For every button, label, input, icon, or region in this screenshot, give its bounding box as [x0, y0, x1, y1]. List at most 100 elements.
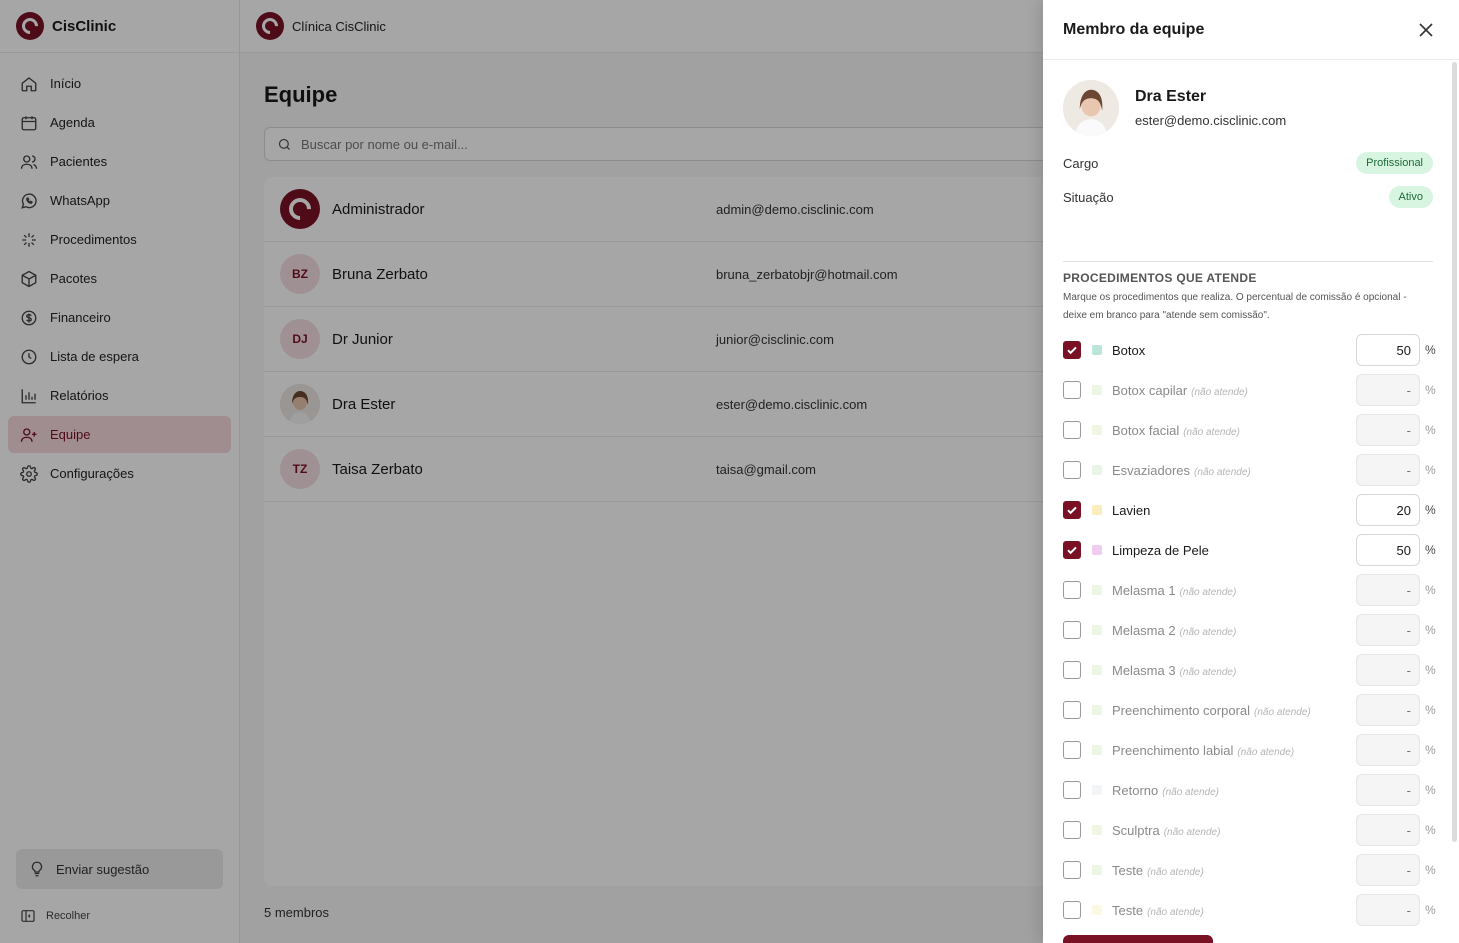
- procedure-checkbox[interactable]: [1063, 541, 1081, 559]
- commission-percent-input[interactable]: [1356, 614, 1420, 646]
- procedure-name-wrap: Sculptra (não atende): [1112, 823, 1356, 838]
- procedure-name-wrap: Teste (não atende): [1112, 863, 1356, 878]
- procedure-name-wrap: Teste (não atende): [1112, 903, 1356, 918]
- commission-percent-input[interactable]: [1356, 734, 1420, 766]
- commission-percent-input[interactable]: [1356, 774, 1420, 806]
- save-button[interactable]: [1063, 935, 1213, 943]
- procedure-color-swatch: [1092, 425, 1102, 435]
- procedure-name-wrap: Limpeza de Pele: [1112, 543, 1356, 558]
- procedure-row[interactable]: Retorno(não atende)%: [1063, 770, 1436, 810]
- not-attend-note: (não atende): [1147, 906, 1204, 918]
- commission-percent-input[interactable]: [1356, 454, 1420, 486]
- procedure-color-swatch: [1092, 465, 1102, 475]
- procedure-checkbox[interactable]: [1063, 341, 1081, 359]
- procedure-row[interactable]: Botox capilar(não atende)%: [1063, 370, 1436, 410]
- procedure-row[interactable]: Preenchimento corporal(não atende)%: [1063, 690, 1436, 730]
- percent-sign: %: [1425, 863, 1436, 877]
- close-icon: [1419, 23, 1433, 37]
- procedure-checkbox[interactable]: [1063, 661, 1081, 679]
- not-attend-note: (não atende): [1191, 386, 1248, 398]
- procedure-row[interactable]: Botox facial(não atende)%: [1063, 410, 1436, 450]
- procedure-name: Retorno: [1112, 782, 1159, 798]
- commission-percent-input[interactable]: [1356, 854, 1420, 886]
- procedure-checkbox[interactable]: [1063, 701, 1081, 719]
- percent-sign: %: [1425, 663, 1436, 677]
- procedure-row[interactable]: Melasma 2(não atende)%: [1063, 610, 1436, 650]
- close-button[interactable]: [1415, 19, 1437, 41]
- not-attend-note: (não atende): [1179, 666, 1237, 678]
- procedure-row[interactable]: Esvaziadores(não atende)%: [1063, 450, 1436, 490]
- check-icon: [1067, 506, 1077, 515]
- procedure-color-swatch: [1092, 905, 1102, 915]
- procedure-row[interactable]: Melasma 1(não atende)%: [1063, 570, 1436, 610]
- procedure-row[interactable]: Lavien%: [1063, 490, 1436, 530]
- procedure-row[interactable]: Teste(não atende)%: [1063, 890, 1436, 930]
- procedure-name: Sculptra: [1112, 822, 1160, 838]
- not-attend-note: (não atende): [1194, 466, 1251, 478]
- commission-percent-input[interactable]: [1356, 814, 1420, 846]
- drawer-title: Membro da equipe: [1063, 20, 1205, 38]
- procedure-row[interactable]: Preenchimento labial(não atende)%: [1063, 730, 1436, 770]
- percent-sign: %: [1425, 783, 1436, 797]
- commission-percent-input[interactable]: [1356, 374, 1420, 406]
- procedure-color-swatch: [1092, 505, 1102, 515]
- commission-percent-input[interactable]: [1356, 534, 1420, 566]
- procedure-name: Preenchimento labial: [1112, 742, 1234, 758]
- not-attend-note: (não atende): [1147, 866, 1204, 878]
- procedure-name: Botox: [1112, 342, 1146, 358]
- not-attend-note: (não atende): [1179, 626, 1237, 638]
- commission-percent-input[interactable]: [1356, 334, 1420, 366]
- procedure-checkbox[interactable]: [1063, 461, 1081, 479]
- commission-percent-input[interactable]: [1356, 654, 1420, 686]
- procedure-name-wrap: Melasma 2 (não atende): [1112, 623, 1356, 638]
- procedure-checkbox[interactable]: [1063, 741, 1081, 759]
- drawer-scrollbar[interactable]: [1452, 62, 1457, 842]
- drawer-header: Membro da equipe: [1043, 0, 1459, 60]
- procedure-row[interactable]: Sculptra(não atende)%: [1063, 810, 1436, 850]
- percent-sign: %: [1425, 543, 1436, 557]
- procedures-section-title: PROCEDIMENTOS QUE ATENDE: [1063, 271, 1257, 285]
- procedure-color-swatch: [1092, 785, 1102, 795]
- procedure-checkbox[interactable]: [1063, 821, 1081, 839]
- procedure-color-swatch: [1092, 585, 1102, 595]
- percent-sign: %: [1425, 503, 1436, 517]
- cargo-label: Cargo: [1063, 155, 1099, 171]
- not-attend-note: (não atende): [1163, 826, 1221, 838]
- procedure-checkbox[interactable]: [1063, 581, 1081, 599]
- percent-sign: %: [1425, 903, 1436, 917]
- procedure-name-wrap: Melasma 3 (não atende): [1112, 663, 1356, 678]
- procedure-checkbox[interactable]: [1063, 421, 1081, 439]
- procedure-row[interactable]: Botox%: [1063, 330, 1436, 370]
- percent-sign: %: [1425, 383, 1436, 397]
- procedure-checkbox[interactable]: [1063, 781, 1081, 799]
- procedure-row[interactable]: Limpeza de Pele%: [1063, 530, 1436, 570]
- commission-percent-input[interactable]: [1356, 414, 1420, 446]
- percent-sign: %: [1425, 623, 1436, 637]
- procedure-name-wrap: Melasma 1 (não atende): [1112, 583, 1356, 598]
- procedure-color-swatch: [1092, 705, 1102, 715]
- procedure-checkbox[interactable]: [1063, 861, 1081, 879]
- procedure-checkbox[interactable]: [1063, 501, 1081, 519]
- procedure-checkbox[interactable]: [1063, 621, 1081, 639]
- commission-percent-input[interactable]: [1356, 694, 1420, 726]
- commission-percent-input[interactable]: [1356, 894, 1420, 926]
- percent-sign: %: [1425, 583, 1436, 597]
- divider: [1063, 261, 1433, 262]
- procedure-checkbox[interactable]: [1063, 901, 1081, 919]
- procedure-name: Limpeza de Pele: [1112, 542, 1209, 558]
- procedure-row[interactable]: Melasma 3(não atende)%: [1063, 650, 1436, 690]
- not-attend-note: (não atende): [1179, 586, 1237, 598]
- not-attend-note: (não atende): [1237, 746, 1295, 758]
- procedure-name: Melasma 1: [1112, 582, 1176, 598]
- commission-percent-input[interactable]: [1356, 494, 1420, 526]
- check-icon: [1067, 546, 1077, 555]
- procedure-checkbox[interactable]: [1063, 381, 1081, 399]
- procedure-name-wrap: Retorno (não atende): [1112, 783, 1356, 798]
- commission-percent-input[interactable]: [1356, 574, 1420, 606]
- procedure-color-swatch: [1092, 665, 1102, 675]
- procedure-name-wrap: Botox: [1112, 343, 1356, 358]
- not-attend-note: (não atende): [1162, 786, 1219, 798]
- profile-name: Dra Ester: [1135, 88, 1207, 105]
- procedure-name: Melasma 2: [1112, 622, 1176, 638]
- procedure-row[interactable]: Teste(não atende)%: [1063, 850, 1436, 890]
